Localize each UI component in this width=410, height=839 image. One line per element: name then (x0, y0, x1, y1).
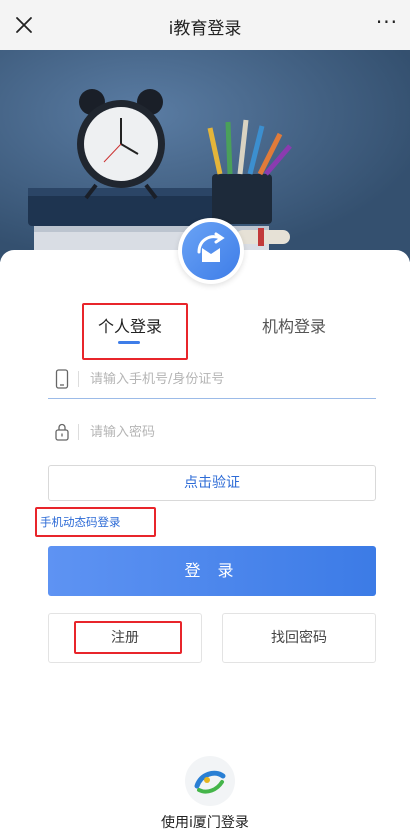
login-button[interactable]: 登 录 (48, 546, 376, 596)
ixiamen-login-label[interactable]: 使用i厦门登录 (0, 812, 410, 832)
password-input[interactable] (90, 418, 370, 446)
highlight-box-sms-link (35, 507, 156, 537)
login-card (0, 250, 410, 839)
top-bar: i教育登录 ··· (0, 0, 410, 50)
highlight-box-register (74, 621, 182, 654)
phone-id-input[interactable] (90, 365, 370, 393)
field-separator (78, 371, 79, 387)
page-title: i教育登录 (168, 19, 242, 39)
field-separator (78, 424, 79, 440)
forgot-password-button[interactable]: 找回密码 (222, 613, 376, 663)
phone-id-field[interactable] (48, 359, 376, 399)
password-field[interactable] (48, 412, 376, 452)
click-verify-button[interactable]: 点击验证 (48, 465, 376, 501)
ixiamen-logo-icon[interactable] (185, 756, 235, 806)
education-logo-icon (178, 218, 244, 284)
tab-organization-login[interactable]: 机构登录 (262, 313, 326, 337)
highlight-box-tab (82, 303, 188, 360)
more-menu-icon[interactable]: ··· (376, 12, 398, 32)
lock-icon (55, 423, 69, 441)
phone-icon (55, 369, 69, 389)
